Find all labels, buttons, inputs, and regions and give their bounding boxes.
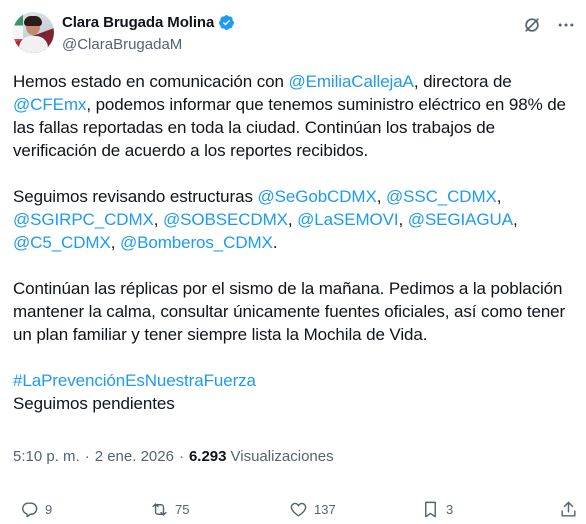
tweet-card: Clara Brugada Molina @ClaraBrugadaM Hemo… bbox=[0, 0, 586, 524]
repost-button[interactable]: 75 bbox=[150, 500, 189, 519]
hashtag-link[interactable]: #LaPrevenciónEsNuestraFuerza bbox=[13, 369, 575, 392]
bookmark-icon bbox=[425, 501, 436, 518]
tweet-paragraph-1: Hemos estado en comunicación con @Emilia… bbox=[13, 70, 575, 162]
bookmark-count: 3 bbox=[446, 502, 454, 517]
verified-badge-icon bbox=[219, 15, 235, 30]
mention-link[interactable]: @LaSEMOVI bbox=[297, 210, 398, 229]
share-icon bbox=[561, 501, 576, 517]
avatar-body bbox=[19, 36, 48, 53]
reply-count: 9 bbox=[45, 502, 53, 517]
action-bar: 9 75 137 3 bbox=[0, 500, 586, 522]
text-segment: Seguimos revisando estructuras bbox=[13, 187, 258, 206]
mention-link[interactable]: @Bomberos_CDMX bbox=[120, 233, 273, 252]
mention-link[interactable]: @CFEmx bbox=[13, 95, 86, 114]
tweet-time[interactable]: 5:10 p. m. bbox=[13, 448, 80, 465]
reply-icon bbox=[22, 502, 38, 518]
text-segment: , directora de bbox=[413, 72, 512, 91]
repost-icon bbox=[152, 503, 167, 516]
mention-link[interactable]: @SGIRPC_CDMX bbox=[13, 210, 154, 229]
text-segment: Hemos estado en comunicación con bbox=[13, 72, 289, 91]
mention-link[interactable]: @SSC_CDMX bbox=[386, 187, 497, 206]
grok-icon[interactable] bbox=[522, 15, 542, 35]
mention-link[interactable]: @SeGobCDMX bbox=[257, 187, 376, 206]
like-count: 137 bbox=[314, 502, 336, 517]
text-segment: , podemos informar que tenemos suministr… bbox=[13, 95, 566, 160]
meta-separator: · bbox=[178, 448, 184, 465]
author-name-row[interactable]: Clara Brugada Molina bbox=[62, 14, 235, 31]
tweet-date[interactable]: 2 ene. 2026 bbox=[95, 448, 174, 465]
bookmark-button[interactable]: 3 bbox=[421, 500, 453, 519]
more-options-icon[interactable] bbox=[556, 15, 576, 35]
reply-button[interactable]: 9 bbox=[20, 500, 52, 519]
heart-icon bbox=[290, 502, 307, 517]
author-handle[interactable]: @ClaraBrugadaM bbox=[62, 36, 182, 53]
views-label: Visualizaciones bbox=[230, 448, 334, 465]
like-button[interactable]: 137 bbox=[289, 500, 336, 519]
top-actions bbox=[522, 15, 576, 35]
mention-link[interactable]: @C5_CDMX bbox=[13, 233, 111, 252]
repost-count: 75 bbox=[175, 502, 190, 517]
tweet-paragraph-3: Continúan las réplicas por el sismo de l… bbox=[13, 279, 566, 344]
meta-separator: · bbox=[84, 448, 90, 465]
avatar[interactable] bbox=[13, 12, 54, 53]
share-button[interactable] bbox=[559, 500, 584, 519]
tweet-closing: Seguimos pendientes bbox=[13, 394, 175, 413]
tweet-meta: 5:10 p. m. · 2 ene. 2026 · 6.293 Visuali… bbox=[13, 448, 334, 465]
author-display-name[interactable]: Clara Brugada Molina bbox=[62, 14, 214, 31]
mention-link[interactable]: @SOBSECDMX bbox=[163, 210, 288, 229]
views-count: 6.293 bbox=[188, 448, 227, 465]
mention-link[interactable]: @SEGIAGUA bbox=[408, 210, 513, 229]
avatar-hair bbox=[24, 16, 42, 26]
tweet-text: Hemos estado en comunicación con @Emilia… bbox=[13, 70, 575, 415]
tweet-paragraph-2: Seguimos revisando estructuras @SeGobCDM… bbox=[13, 187, 518, 252]
mention-link[interactable]: @EmiliaCallejaA bbox=[288, 72, 413, 91]
text-segment: . bbox=[272, 233, 278, 252]
